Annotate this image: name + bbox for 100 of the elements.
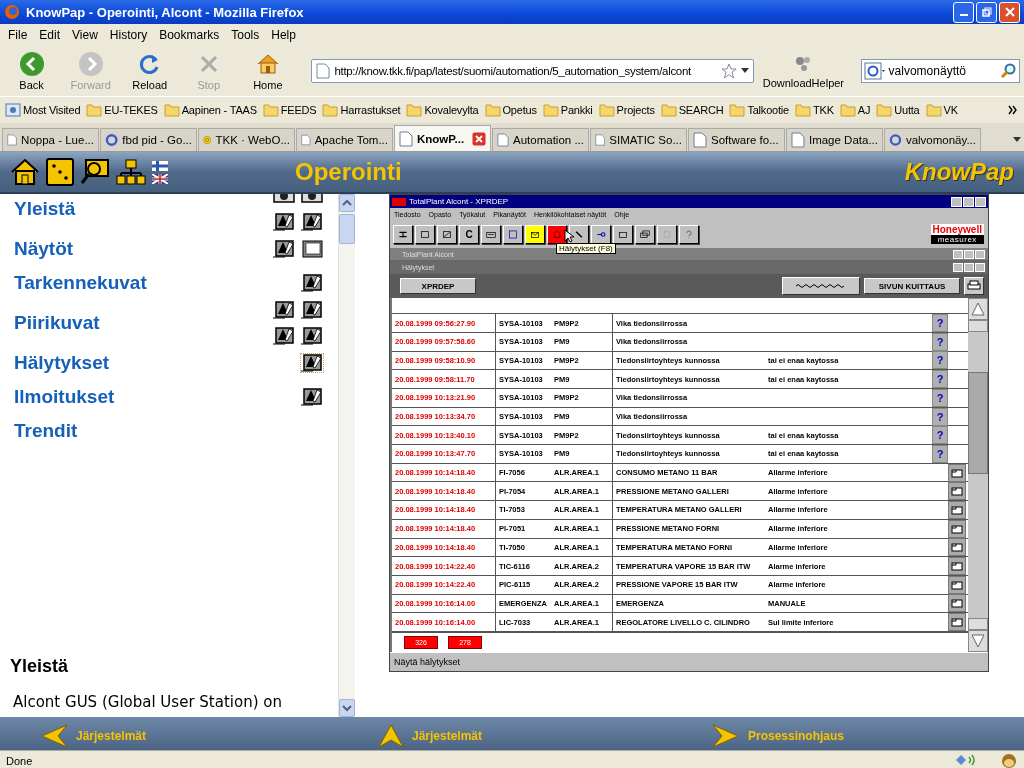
- toolbar-button[interactable]: Home: [240, 51, 296, 91]
- window-controls-icon[interactable]: [951, 196, 986, 207]
- browser-tab[interactable]: TKK · WebO...: [198, 128, 295, 151]
- menu-item[interactable]: View: [66, 28, 104, 42]
- download-helper-button[interactable]: DownloadHelper: [758, 53, 849, 89]
- tree-picture-icon[interactable]: [300, 273, 324, 293]
- menu-item[interactable]: File: [2, 28, 34, 42]
- search-icon[interactable]: [80, 158, 110, 186]
- help-button[interactable]: ?: [932, 370, 948, 389]
- detail-button[interactable]: [948, 538, 966, 557]
- squiggle-button[interactable]: [782, 277, 860, 295]
- app-toolbar-button[interactable]: [547, 224, 567, 244]
- browser-tab[interactable]: Noppa - Lue...: [2, 128, 99, 151]
- sitemap-icon[interactable]: [116, 158, 146, 186]
- tree-picture-icon[interactable]: [272, 326, 296, 346]
- scroll-down-icon[interactable]: [971, 634, 985, 648]
- browser-tab[interactable]: Automation ...: [492, 128, 589, 151]
- acknowledge-button[interactable]: SIVUN KUITTAUS: [864, 278, 960, 294]
- detail-button[interactable]: [948, 557, 966, 576]
- nav-link[interactable]: Yleistä: [0, 197, 77, 221]
- left-arrow-icon[interactable]: [40, 724, 68, 748]
- dropdown-icon[interactable]: [741, 68, 750, 74]
- app-toolbar-button[interactable]: [613, 224, 633, 244]
- nav-link[interactable]: Piirikuvat: [0, 311, 101, 335]
- bookmark-item[interactable]: Uutta: [873, 103, 923, 117]
- menu-item[interactable]: Bookmarks: [153, 28, 226, 42]
- app-toolbar-button[interactable]: [503, 224, 523, 244]
- bookmark-item[interactable]: AJ: [836, 103, 874, 117]
- tree-picture-icon[interactable]: [272, 212, 296, 232]
- browser-tab[interactable]: SIMATIC So...: [590, 128, 687, 151]
- tree-picture-icon[interactable]: [272, 239, 296, 259]
- tree-picture-icon[interactable]: [300, 300, 324, 320]
- app-toolbar-button[interactable]: [591, 224, 611, 244]
- app-toolbar-button[interactable]: [437, 224, 457, 244]
- browser-tab[interactable]: KnowP...: [394, 125, 491, 151]
- app-toolbar-button[interactable]: [657, 224, 677, 244]
- scroll-thumb[interactable]: [968, 372, 988, 474]
- browser-tab[interactable]: Software fo...: [688, 128, 785, 151]
- detail-button[interactable]: [948, 613, 966, 632]
- bookmark-item[interactable]: VK: [922, 103, 961, 117]
- finnish-flag-icon[interactable]: [152, 160, 168, 171]
- browser-tab[interactable]: Image Data...: [786, 128, 883, 151]
- minimize-button[interactable]: [953, 1, 974, 23]
- help-button[interactable]: ?: [932, 426, 948, 445]
- scrollbar[interactable]: [968, 298, 988, 652]
- toolbar-button[interactable]: Back: [4, 51, 60, 91]
- bookmark-item[interactable]: Pankki: [539, 103, 596, 117]
- british-flag-icon[interactable]: [152, 173, 168, 184]
- bookmark-item[interactable]: Projects: [595, 103, 658, 117]
- bookmark-item[interactable]: Most Visited: [2, 103, 84, 117]
- up-arrow-icon[interactable]: [378, 724, 404, 748]
- toolbar-button[interactable]: Reload: [122, 51, 178, 91]
- printer-button[interactable]: [964, 277, 984, 295]
- app-toolbar-button[interactable]: [525, 224, 545, 244]
- menu-item[interactable]: Edit: [33, 28, 67, 42]
- tree-picture-icon[interactable]: [300, 212, 324, 232]
- app-toolbar-button[interactable]: [393, 224, 413, 244]
- menu-item[interactable]: History: [103, 28, 154, 42]
- close-icon[interactable]: [472, 131, 486, 146]
- bookmark-item[interactable]: SEARCH: [657, 103, 727, 117]
- browser-tab[interactable]: valvomonäy...: [884, 128, 981, 151]
- nav-link[interactable]: Tarkennekuvat: [0, 271, 148, 295]
- bookmark-item[interactable]: Kovalevylta: [403, 103, 482, 117]
- star-icon[interactable]: [721, 63, 738, 79]
- app-toolbar-button[interactable]: [415, 224, 435, 244]
- bookmark-item[interactable]: Aapinen - TAAS: [160, 103, 260, 117]
- app-toolbar-button[interactable]: [679, 224, 699, 244]
- bookmark-item[interactable]: TKK: [792, 103, 837, 117]
- restore-button[interactable]: [976, 1, 997, 23]
- search-icon[interactable]: [1001, 63, 1018, 79]
- area-button[interactable]: XPRDEP: [400, 278, 476, 294]
- search-field[interactable]: valvomonäyttö: [860, 59, 1021, 83]
- scroll-up-button[interactable]: [968, 320, 988, 332]
- app-toolbar-button[interactable]: [481, 224, 501, 244]
- scroll-thumb[interactable]: [339, 214, 355, 244]
- detail-button[interactable]: [948, 482, 966, 501]
- browser-tab[interactable]: Apache Tom...: [296, 128, 393, 151]
- nav-link[interactable]: Ilmoitukset: [0, 385, 116, 409]
- app-toolbar-button[interactable]: [635, 224, 655, 244]
- bookmark-item[interactable]: Talkootie: [726, 103, 792, 117]
- bookmark-item[interactable]: FEEDS: [259, 103, 320, 117]
- close-button[interactable]: [999, 1, 1020, 23]
- menu-item[interactable]: Tools: [225, 28, 266, 42]
- right-arrow-icon[interactable]: [712, 724, 740, 748]
- address-field[interactable]: http://know.tkk.fi/pap/latest/suomi/automation/5_automation_system/alcont: [311, 59, 755, 83]
- more-bookmarks-icon[interactable]: [1008, 105, 1018, 115]
- scrollbar[interactable]: [338, 194, 355, 717]
- scroll-up-icon[interactable]: [971, 302, 985, 316]
- browser-tab[interactable]: fbd pid - Go...: [100, 128, 197, 151]
- detail-button[interactable]: [948, 594, 966, 613]
- bookmark-item[interactable]: Opetus: [481, 103, 540, 117]
- scroll-down-icon[interactable]: [342, 704, 352, 712]
- help-button[interactable]: ?: [932, 351, 948, 370]
- window-icon[interactable]: [300, 239, 324, 259]
- home-icon[interactable]: [10, 158, 40, 186]
- tree-picture-icon[interactable]: [300, 353, 324, 373]
- bookmark-item[interactable]: Harrastukset: [319, 103, 404, 117]
- bookmark-item[interactable]: EU-TEKES: [83, 103, 161, 117]
- menu-item[interactable]: Help: [265, 28, 302, 42]
- nav-link[interactable]: Hälytykset: [0, 351, 111, 375]
